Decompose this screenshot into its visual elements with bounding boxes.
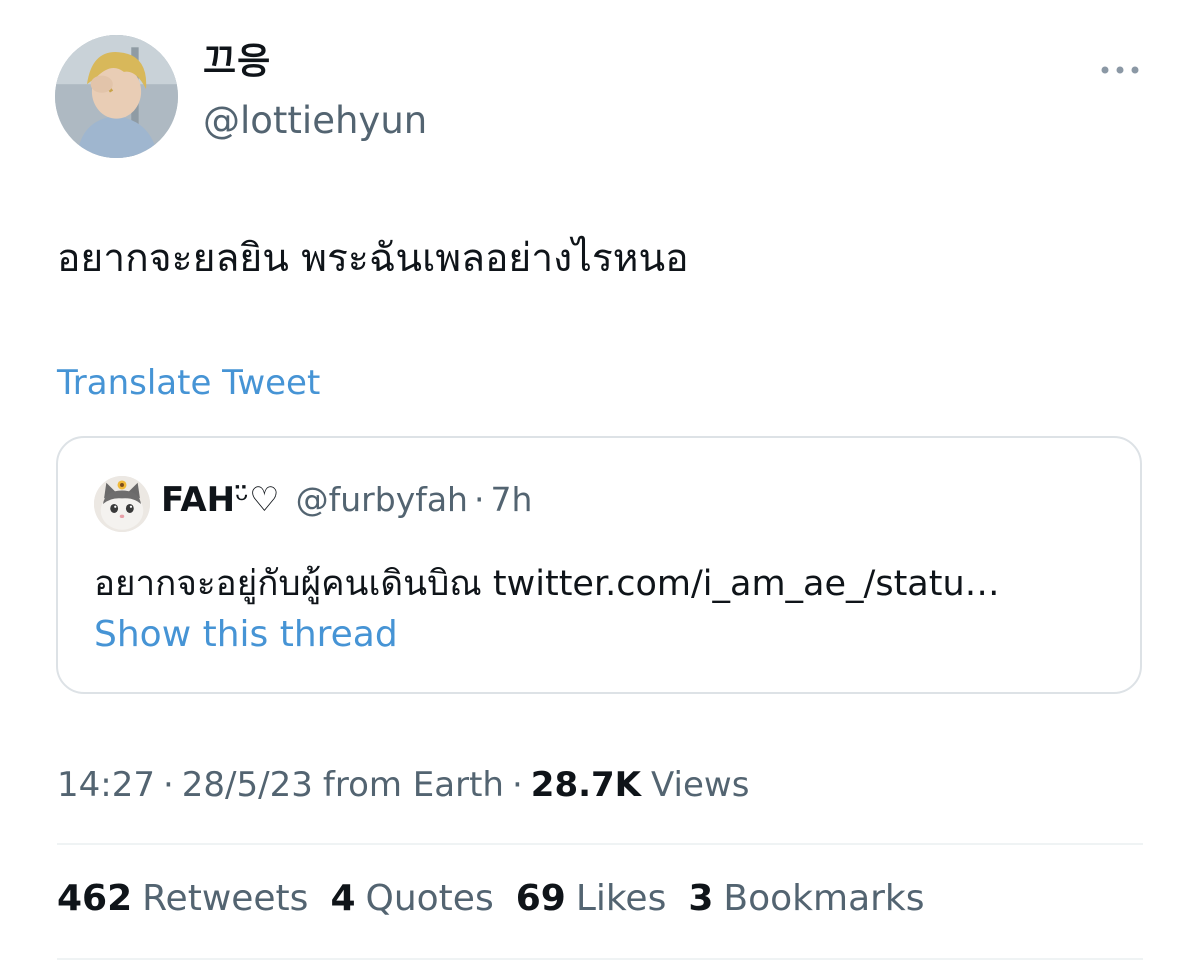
quotes-label: Quotes: [365, 878, 494, 919]
cat-avatar-image: [94, 476, 150, 532]
retweets-count: 462: [57, 878, 133, 919]
retweets-stat[interactable]: 462 Retweets: [57, 878, 308, 919]
author-handle[interactable]: @lottiehyun: [203, 100, 427, 142]
quote-separator: ·: [473, 480, 485, 519]
tweet-source: from Earth: [322, 765, 504, 805]
likes-stat[interactable]: 69 Likes: [516, 878, 667, 919]
views-count: 28.7K: [530, 765, 642, 805]
quote-author-avatar[interactable]: [94, 476, 150, 532]
quote-handle[interactable]: @furbyfah: [296, 480, 468, 519]
author-display-name[interactable]: 끄응: [203, 44, 271, 80]
quote-text: อยากจะอยู่กับผู้คนเดินบิณ twitter.com/i_…: [94, 564, 1000, 604]
quote-timestamp[interactable]: 7h: [490, 480, 532, 519]
quotes-stat[interactable]: 4 Quotes: [330, 878, 493, 919]
quote-display-name[interactable]: FAH: [161, 480, 235, 520]
quotes-count: 4: [330, 878, 356, 919]
views-label: Views: [651, 765, 750, 805]
likes-count: 69: [515, 878, 566, 919]
quote-header: FAH ᵕ̈♡ @furbyfah · 7h: [161, 480, 532, 520]
tweet-date[interactable]: 28/5/23: [182, 765, 313, 805]
bookmarks-label: Bookmarks: [723, 878, 925, 919]
divider-bottom: [57, 958, 1143, 960]
tweet-meta: 14:27 · 28/5/23 from Earth · 28.7K Views: [57, 765, 749, 805]
meta-separator-2: ·: [511, 765, 523, 805]
avatar-image: [55, 35, 178, 158]
quote-name-emoji: ᵕ̈♡: [235, 480, 280, 520]
show-thread-link[interactable]: Show this thread: [94, 614, 398, 655]
translate-tweet-link[interactable]: Translate Tweet: [57, 363, 320, 404]
tweet-text: อยากจะยลยิน พระฉันเพลอย่างไรหนอ: [57, 236, 689, 281]
more-horizontal-icon[interactable]: [1095, 58, 1145, 82]
author-avatar[interactable]: [55, 35, 178, 158]
quoted-tweet-card[interactable]: FAH ᵕ̈♡ @furbyfah · 7h อยากจะอยู่กับผู้คน…: [56, 436, 1142, 694]
meta-separator: ·: [162, 765, 174, 805]
likes-label: Likes: [575, 878, 667, 919]
divider: [57, 843, 1143, 845]
retweets-label: Retweets: [142, 878, 309, 919]
engagement-stats: 462 Retweets 4 Quotes 69 Likes 3 Bookmarks: [57, 878, 947, 919]
bookmarks-count: 3: [688, 878, 714, 919]
bookmarks-stat[interactable]: 3 Bookmarks: [688, 878, 924, 919]
tweet-time[interactable]: 14:27: [57, 765, 155, 805]
